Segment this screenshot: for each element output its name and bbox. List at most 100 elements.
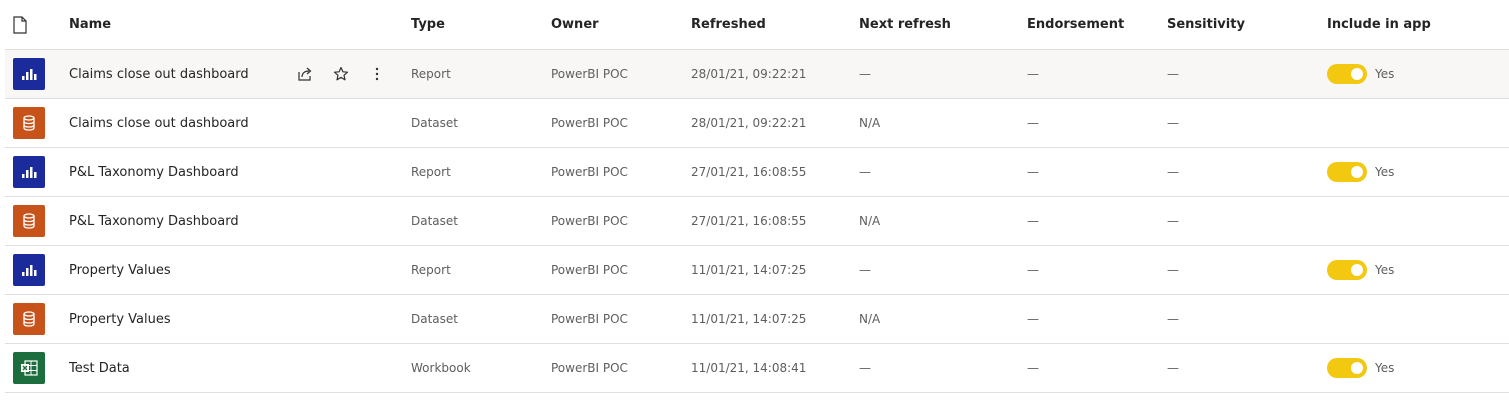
item-next-refresh-cell: N/A	[859, 99, 880, 147]
include-in-app-cell: Yes	[1327, 344, 1394, 392]
item-sensitivity-cell: —	[1167, 99, 1179, 147]
include-in-app-label: Yes	[1375, 361, 1395, 375]
item-endorsement-cell: —	[1027, 197, 1039, 245]
dataset-icon	[13, 205, 45, 237]
item-endorsement: —	[1027, 116, 1039, 130]
item-sensitivity: —	[1167, 67, 1179, 81]
item-endorsement: —	[1027, 165, 1039, 179]
item-refreshed-cell: 27/01/21, 16:08:55	[691, 197, 806, 245]
include-in-app-toggle[interactable]	[1327, 64, 1367, 84]
item-owner-cell: PowerBI POC	[551, 295, 628, 343]
item-type-cell: Workbook	[411, 344, 471, 392]
item-name-link[interactable]: P&L Taxonomy Dashboard	[69, 165, 239, 180]
item-owner: PowerBI POC	[551, 263, 628, 277]
item-next-refresh: N/A	[859, 116, 881, 130]
column-header-sensitivity[interactable]: Sensitivity	[1167, 0, 1245, 49]
item-type: Dataset	[411, 312, 458, 326]
item-owner: PowerBI POC	[551, 361, 628, 375]
column-header-name[interactable]: Name	[69, 0, 111, 49]
item-next-refresh: N/A	[859, 312, 881, 326]
more-options-icon[interactable]	[363, 60, 391, 88]
column-header-icon	[13, 0, 45, 49]
item-name-link[interactable]: P&L Taxonomy Dashboard	[69, 214, 239, 229]
include-in-app-toggle[interactable]	[1327, 162, 1367, 182]
dataset-icon	[13, 107, 45, 139]
item-sensitivity: —	[1167, 165, 1179, 179]
item-next-refresh-cell: —	[859, 344, 871, 392]
item-next-refresh-cell: —	[859, 148, 871, 196]
item-sensitivity-cell: —	[1167, 246, 1179, 294]
item-type-cell: Dataset	[411, 99, 458, 147]
item-type-cell: Report	[411, 246, 451, 294]
item-name-link[interactable]: Property Values	[69, 312, 171, 327]
column-header-next-refresh[interactable]: Next refresh	[859, 0, 951, 49]
item-endorsement: —	[1027, 263, 1039, 277]
table-row[interactable]: P&L Taxonomy Dashboard Dataset PowerBI P…	[5, 197, 1509, 246]
column-header-include-in-app[interactable]: Include in app	[1327, 0, 1431, 49]
item-owner: PowerBI POC	[551, 165, 628, 179]
include-in-app-cell: Yes	[1327, 148, 1394, 196]
item-name-cell: P&L Taxonomy Dashboard	[69, 148, 239, 196]
item-type-icon-cell	[13, 50, 45, 98]
star-icon[interactable]	[327, 60, 355, 88]
item-type-cell: Report	[411, 50, 451, 98]
item-refreshed-cell: 28/01/21, 09:22:21	[691, 99, 806, 147]
table-row[interactable]: Property Values Dataset PowerBI POC 11/0…	[5, 295, 1509, 344]
row-actions	[291, 50, 399, 98]
column-header-type[interactable]: Type	[411, 0, 445, 49]
item-next-refresh: —	[859, 361, 871, 375]
column-header-refreshed[interactable]: Refreshed	[691, 0, 766, 49]
item-type-icon-cell	[13, 295, 45, 343]
table-row[interactable]: Claims close out dashboard Report PowerB…	[5, 50, 1509, 99]
item-owner: PowerBI POC	[551, 312, 628, 326]
table-row[interactable]: P&L Taxonomy Dashboard Report PowerBI PO…	[5, 148, 1509, 197]
item-type-cell: Dataset	[411, 295, 458, 343]
item-type: Dataset	[411, 116, 458, 130]
item-refreshed-cell: 28/01/21, 09:22:21	[691, 50, 806, 98]
report-icon	[13, 156, 45, 188]
item-type-cell: Report	[411, 148, 451, 196]
item-type-icon-cell	[13, 148, 45, 196]
item-endorsement-cell: —	[1027, 295, 1039, 343]
item-endorsement: —	[1027, 361, 1039, 375]
item-name-link[interactable]: Claims close out dashboard	[69, 67, 249, 82]
item-name-link[interactable]: Test Data	[69, 361, 130, 376]
column-header-endorsement[interactable]: Endorsement	[1027, 0, 1124, 49]
item-refreshed-cell: 11/01/21, 14:07:25	[691, 246, 806, 294]
item-sensitivity: —	[1167, 116, 1179, 130]
include-in-app-toggle[interactable]	[1327, 260, 1367, 280]
item-sensitivity: —	[1167, 312, 1179, 326]
item-type-icon-cell	[13, 246, 45, 294]
item-name-link[interactable]: Claims close out dashboard	[69, 116, 249, 131]
item-sensitivity-cell: —	[1167, 295, 1179, 343]
item-owner-cell: PowerBI POC	[551, 246, 628, 294]
item-sensitivity-cell: —	[1167, 197, 1179, 245]
item-type: Report	[411, 165, 451, 179]
item-next-refresh-cell: —	[859, 246, 871, 294]
item-name-cell: Property Values	[69, 295, 171, 343]
item-refreshed: 27/01/21, 16:08:55	[691, 214, 807, 228]
item-type: Report	[411, 263, 451, 277]
include-in-app-label: Yes	[1375, 165, 1395, 179]
item-refreshed: 11/01/21, 14:07:25	[691, 312, 807, 326]
item-name-link[interactable]: Property Values	[69, 263, 171, 278]
content-list-table: Name Type Owner Refreshed Next refresh E…	[5, 0, 1509, 393]
share-icon[interactable]	[291, 60, 319, 88]
item-refreshed: 11/01/21, 14:08:41	[691, 361, 807, 375]
column-header-owner[interactable]: Owner	[551, 0, 599, 49]
include-in-app-toggle[interactable]	[1327, 358, 1367, 378]
item-refreshed-cell: 11/01/21, 14:08:41	[691, 344, 806, 392]
item-refreshed: 11/01/21, 14:07:25	[691, 263, 807, 277]
table-row[interactable]: Claims close out dashboard Dataset Power…	[5, 99, 1509, 148]
item-owner: PowerBI POC	[551, 116, 628, 130]
item-name-cell: Property Values	[69, 246, 171, 294]
excel-workbook-icon	[13, 352, 45, 384]
item-refreshed-cell: 27/01/21, 16:08:55	[691, 148, 806, 196]
item-sensitivity: —	[1167, 361, 1179, 375]
table-row[interactable]: Test Data Workbook PowerBI POC 11/01/21,…	[5, 344, 1509, 393]
item-type-icon-cell	[13, 197, 45, 245]
item-sensitivity-cell: —	[1167, 148, 1179, 196]
item-endorsement-cell: —	[1027, 344, 1039, 392]
table-row[interactable]: Property Values Report PowerBI POC 11/01…	[5, 246, 1509, 295]
item-type: Dataset	[411, 214, 458, 228]
